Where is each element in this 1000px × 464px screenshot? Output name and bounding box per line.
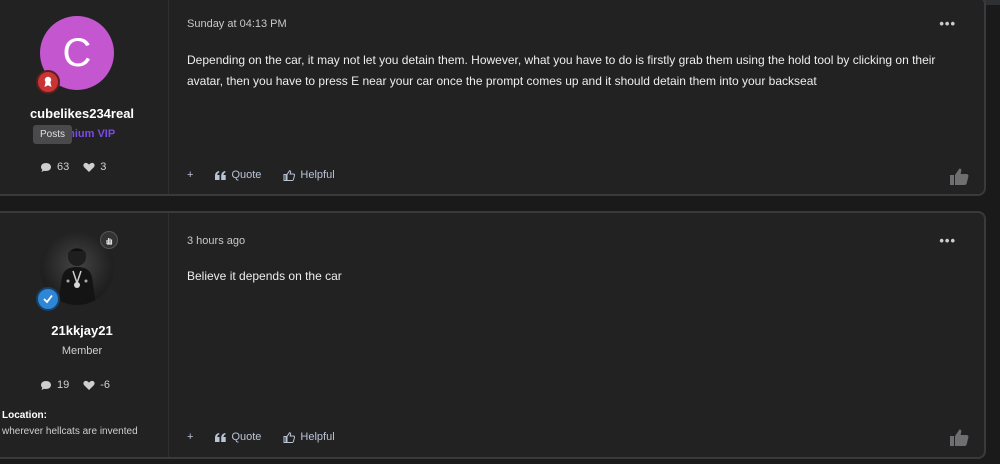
quote-icon: [215, 432, 227, 442]
helpful-button[interactable]: Helpful: [283, 169, 335, 181]
chat-bubble-icon: [41, 162, 51, 172]
username[interactable]: cubelikes234real: [0, 106, 168, 121]
author-sidebar: C cubelikes234real Titanium VIP Posts 63…: [0, 0, 169, 194]
heart-icon: [83, 380, 95, 390]
rank-badge-icon: [36, 70, 60, 94]
post-body: Depending on the car, it may not let you…: [187, 53, 936, 88]
multi-quote-button[interactable]: +: [187, 169, 193, 181]
hand-badge-icon: [100, 231, 118, 249]
posts-count: 63: [57, 161, 70, 173]
user-stats: 63 3: [40, 161, 106, 173]
quote-label: Quote: [231, 431, 262, 443]
multi-quote-button[interactable]: +: [187, 431, 193, 443]
avatar[interactable]: C: [36, 16, 114, 94]
quote-button[interactable]: Quote: [215, 431, 261, 443]
post-actions: + Quote Helpful: [187, 169, 335, 181]
location-label: Location:: [2, 410, 47, 421]
quote-icon: [215, 170, 227, 180]
quote-button[interactable]: Quote: [215, 169, 261, 181]
verified-badge-icon: [36, 287, 60, 311]
helpful-label: Helpful: [300, 169, 335, 181]
author-sidebar: 21kkjay21 Member 19 -6 Location: whereve…: [0, 213, 169, 457]
thumbs-up-icon: [283, 431, 296, 443]
username[interactable]: 21kkjay21: [0, 323, 168, 338]
location-value: wherever hellcats are invented: [2, 426, 138, 437]
helpful-button[interactable]: Helpful: [283, 431, 335, 443]
like-thumbs-up-icon[interactable]: [950, 168, 969, 185]
user-stats: 19 -6: [40, 379, 110, 391]
post-menu-icon[interactable]: •••: [939, 16, 956, 31]
posts-stat[interactable]: 63: [40, 161, 69, 173]
helpful-label: Helpful: [300, 431, 335, 443]
heart-icon: [83, 162, 95, 172]
reactions-stat[interactable]: 3: [83, 161, 106, 173]
reactions-stat[interactable]: -6: [83, 379, 110, 391]
reactions-count: 3: [100, 161, 107, 173]
post-card: C cubelikes234real Titanium VIP Posts 63…: [0, 0, 986, 196]
post-menu-icon[interactable]: •••: [939, 233, 956, 248]
post-content: 3 hours ago ••• Believe it depends on th…: [187, 213, 984, 457]
posts-count: 19: [57, 379, 70, 391]
user-role: Titanium VIP: [48, 128, 116, 140]
post-body: Believe it depends on the car: [187, 269, 342, 283]
reactions-count: -6: [100, 379, 111, 391]
post-actions: + Quote Helpful: [187, 431, 335, 443]
tooltip: Posts: [33, 125, 73, 144]
post-content: Sunday at 04:13 PM ••• Depending on the …: [187, 0, 984, 194]
quote-label: Quote: [231, 169, 262, 181]
chat-bubble-icon: [41, 380, 51, 390]
user-role: Member: [61, 345, 103, 357]
post-timestamp[interactable]: Sunday at 04:13 PM: [187, 18, 287, 30]
post-timestamp[interactable]: 3 hours ago: [187, 235, 245, 247]
thumbs-up-icon: [283, 169, 296, 181]
post-card: 21kkjay21 Member 19 -6 Location: whereve…: [0, 211, 986, 459]
like-thumbs-up-icon[interactable]: [950, 429, 969, 446]
posts-stat[interactable]: 19: [40, 379, 69, 391]
avatar[interactable]: [36, 231, 118, 311]
